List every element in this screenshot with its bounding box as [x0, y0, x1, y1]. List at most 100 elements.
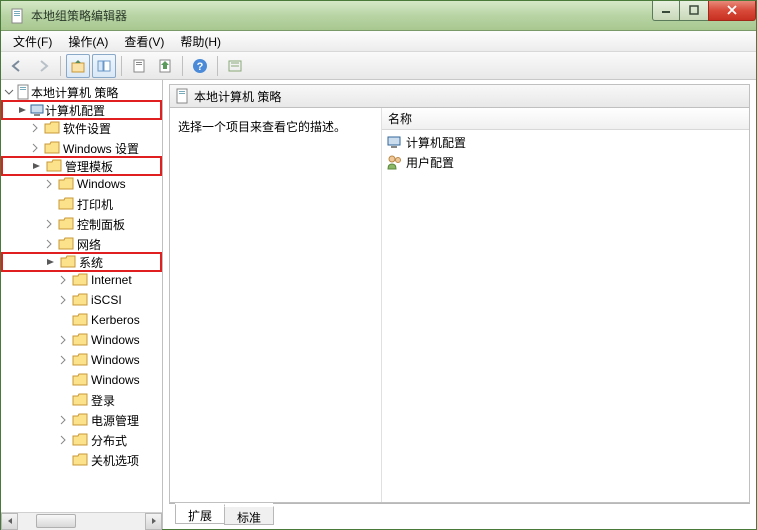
- tree-internet[interactable]: Internet: [1, 270, 162, 290]
- tree-label: 本地计算机 策略: [31, 84, 122, 101]
- toolbar-separator: [60, 56, 61, 76]
- tree-iscsi[interactable]: iSCSI: [1, 290, 162, 310]
- expander-icon[interactable]: [57, 414, 69, 426]
- help-button[interactable]: ?: [188, 54, 212, 78]
- toolbar: ?: [1, 52, 756, 80]
- tree-view[interactable]: 本地计算机 策略 计算机配置 软件设置 Windows 设置: [1, 80, 162, 512]
- expander-icon[interactable]: [57, 274, 69, 286]
- expander-blank: [57, 314, 69, 326]
- tree-system[interactable]: 系统: [1, 252, 162, 272]
- expander-blank: [57, 374, 69, 386]
- tree-windows-settings[interactable]: Windows 设置: [1, 138, 162, 158]
- tree-label: 计算机配置: [45, 102, 109, 119]
- tree-shutdown[interactable]: 关机选项: [1, 450, 162, 470]
- up-button[interactable]: [66, 54, 90, 78]
- folder-icon: [58, 177, 74, 191]
- tree-label: Windows: [91, 373, 144, 387]
- tree-control-panel[interactable]: 控制面板: [1, 214, 162, 234]
- scroll-left-button[interactable]: [1, 513, 18, 530]
- expander-icon[interactable]: [43, 178, 55, 190]
- description-text: 选择一个项目来查看它的描述。: [178, 118, 373, 135]
- tree-label: Windows 设置: [63, 140, 143, 157]
- window-title: 本地组策略编辑器: [31, 7, 653, 24]
- tab-standard[interactable]: 标准: [224, 506, 274, 525]
- folder-icon: [72, 373, 88, 387]
- tree-label: 管理模板: [65, 158, 117, 175]
- tree-label: 分布式: [91, 432, 131, 449]
- computer-icon: [386, 134, 402, 150]
- gpedit-window: 本地组策略编辑器 文件(F) 操作(A) 查看(V) 帮助(H) ?: [0, 0, 757, 530]
- forward-button[interactable]: [31, 54, 55, 78]
- list-label: 计算机配置: [406, 134, 466, 151]
- list-item-user-config[interactable]: 用户配置: [386, 152, 745, 172]
- menu-view[interactable]: 查看(V): [116, 31, 172, 52]
- tree-windc2[interactable]: Windows: [1, 350, 162, 370]
- folder-icon: [44, 141, 60, 155]
- expander-icon[interactable]: [43, 238, 55, 250]
- menu-file[interactable]: 文件(F): [5, 31, 60, 52]
- tree-software-settings[interactable]: 软件设置: [1, 118, 162, 138]
- expander-icon[interactable]: [43, 218, 55, 230]
- back-button[interactable]: [5, 54, 29, 78]
- maximize-button[interactable]: [679, 1, 709, 21]
- expander-open-icon[interactable]: [17, 104, 29, 116]
- content-title: 本地计算机 策略: [194, 88, 281, 105]
- tree-label: 控制面板: [77, 216, 129, 233]
- tree-kerberos[interactable]: Kerberos: [1, 310, 162, 330]
- close-button[interactable]: [708, 1, 756, 21]
- tree-hscrollbar[interactable]: [1, 512, 162, 529]
- column-header-name[interactable]: 名称: [382, 108, 749, 130]
- expander-icon[interactable]: [57, 354, 69, 366]
- tree-label: 电源管理: [91, 412, 143, 429]
- scroll-thumb[interactable]: [36, 514, 76, 528]
- tree-network[interactable]: 网络: [1, 234, 162, 254]
- tree-windows[interactable]: Windows: [1, 174, 162, 194]
- tree-admin-templates[interactable]: 管理模板: [1, 156, 162, 176]
- svg-text:?: ?: [197, 61, 204, 73]
- scroll-track[interactable]: [18, 513, 145, 530]
- folder-icon: [72, 453, 88, 467]
- toolbar-separator: [121, 56, 122, 76]
- tab-extended[interactable]: 扩展: [175, 504, 225, 524]
- properties-button[interactable]: [127, 54, 151, 78]
- expander-open-icon[interactable]: [31, 160, 43, 172]
- tree-windc3[interactable]: Windows: [1, 370, 162, 390]
- expander-open-icon[interactable]: [45, 256, 57, 268]
- show-hide-tree-button[interactable]: [92, 54, 116, 78]
- tree-label: 打印机: [77, 196, 117, 213]
- export-button[interactable]: [153, 54, 177, 78]
- menu-help[interactable]: 帮助(H): [172, 31, 229, 52]
- tree-label: 登录: [91, 392, 119, 409]
- filter-button[interactable]: [223, 54, 247, 78]
- titlebar[interactable]: 本地组策略编辑器: [1, 1, 756, 31]
- folder-icon: [72, 293, 88, 307]
- tree-distributed[interactable]: 分布式: [1, 430, 162, 450]
- expander-icon[interactable]: [29, 142, 41, 154]
- expander-icon[interactable]: [29, 122, 41, 134]
- tree-label: Kerberos: [91, 313, 144, 327]
- tree-power[interactable]: 电源管理: [1, 410, 162, 430]
- minimize-button[interactable]: [652, 1, 680, 21]
- tree-windc1[interactable]: Windows: [1, 330, 162, 350]
- tree-login[interactable]: 登录: [1, 390, 162, 410]
- policy-icon: [15, 84, 31, 100]
- tree-printer[interactable]: 打印机: [1, 194, 162, 214]
- app-icon: [9, 8, 25, 24]
- tree-root[interactable]: 本地计算机 策略: [1, 82, 162, 102]
- menubar: 文件(F) 操作(A) 查看(V) 帮助(H): [1, 31, 756, 52]
- window-buttons: [653, 1, 756, 21]
- folder-icon: [72, 333, 88, 347]
- content-header: 本地计算机 策略: [169, 84, 750, 108]
- menu-action[interactable]: 操作(A): [60, 31, 116, 52]
- policy-icon: [174, 88, 190, 104]
- expander-icon[interactable]: [57, 434, 69, 446]
- expander-icon[interactable]: [57, 294, 69, 306]
- tree-label: Windows: [77, 177, 130, 191]
- body: 本地计算机 策略 计算机配置 软件设置 Windows 设置: [1, 80, 756, 529]
- expander-icon[interactable]: [3, 86, 15, 98]
- folder-icon: [72, 353, 88, 367]
- scroll-right-button[interactable]: [145, 513, 162, 530]
- list-item-computer-config[interactable]: 计算机配置: [386, 132, 745, 152]
- tree-computer-config[interactable]: 计算机配置: [1, 100, 162, 120]
- expander-icon[interactable]: [57, 334, 69, 346]
